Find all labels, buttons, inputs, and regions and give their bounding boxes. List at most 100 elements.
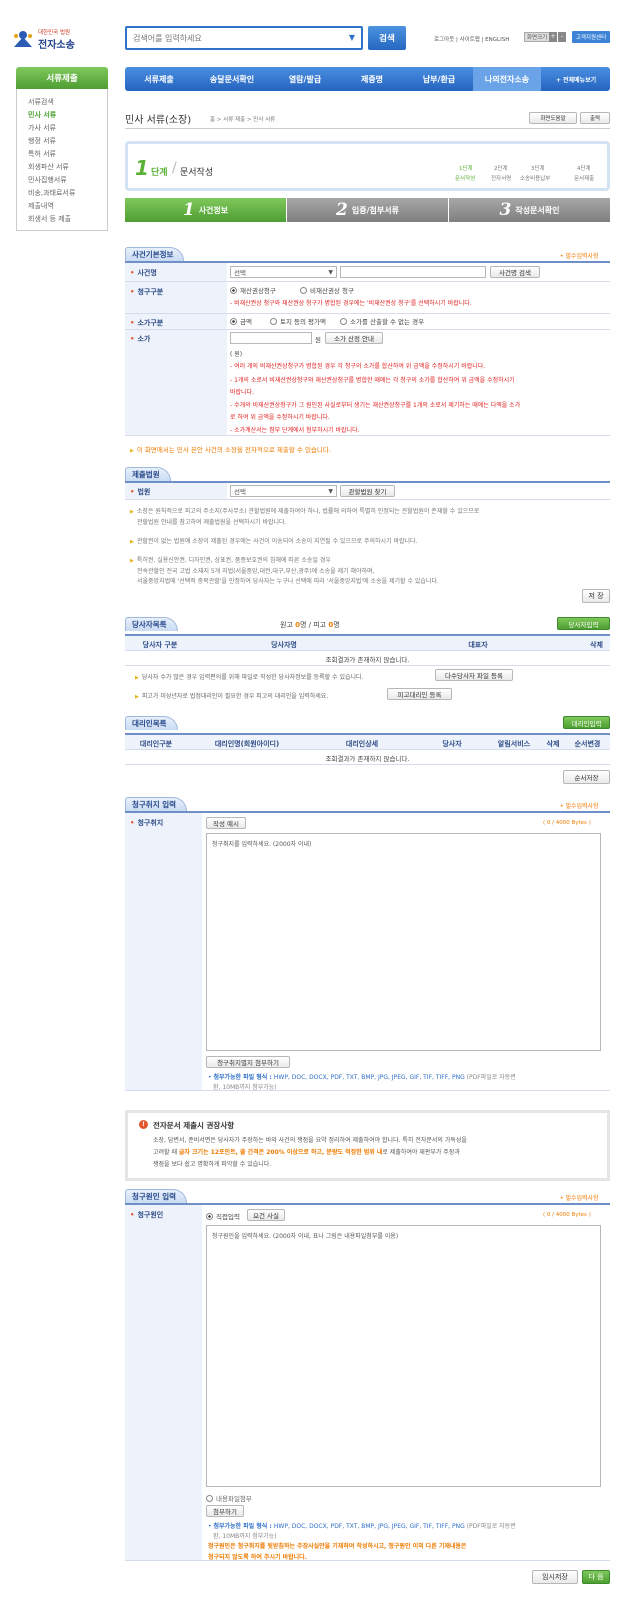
print-button[interactable]: 출력 [580,112,610,124]
value-note-5: 로 하여 위 금액을 수정하시기 바랍니다. [230,414,330,421]
sidebar-item-bankruptcy[interactable]: 회생파산 서류 [28,162,69,172]
nav-item-payment[interactable]: 납부/환급 [405,67,473,91]
cause-textarea[interactable]: 청구원인을 입력하세요. (2000자 이내, 표나 그림은 내용파일첨부를 이… [206,1225,601,1487]
tab-case-info[interactable]: 1 사건정보 [125,198,286,222]
next-button[interactable]: 다 음 [582,1570,610,1584]
tab-evidence[interactable]: 2 입증/첨부서류 [287,198,448,222]
nav-item-delivery[interactable]: 송달문서확인 [193,67,271,91]
party-count: 원고 0명 / 피고 0명 [280,621,340,629]
won-unit: 원 [315,336,321,344]
sidebar-item-admin[interactable]: 행정 서류 [28,136,56,146]
sidebar-item-civil[interactable]: 민사 서류 [28,110,56,120]
sidebar-item-family[interactable]: 가사 서류 [28,123,56,133]
required-note: • 필수입력사항 [560,253,599,260]
cause-file-radio[interactable]: 내용파일첨부 [206,1493,252,1503]
sidebar-item-history[interactable]: 제출내역 [28,201,54,211]
claim-type-label: 청구구분 [130,287,163,297]
sidebar-item-execution[interactable]: 민사집행서류 [28,175,67,185]
court-note-1a: 소장은 원칙적으로 피고의 주소지(주사무소) 관할법원에 제출하여야 하나, … [130,506,479,515]
sidebar-item-rehab[interactable]: 회생서 등 제출 [28,214,71,224]
step-4-num: 4단계 [577,166,591,172]
notice-line-3: 쟁점을 보다 쉽고 명확하게 파악할 수 있습니다. [153,1161,272,1168]
claim-radio-nonproperty[interactable]: 비재산권상 청구 [300,285,354,295]
col-representative: 대표자 [468,641,488,649]
nav-all-menu[interactable]: + 전체메뉴보기 [545,67,607,91]
step-3-text: 소송비용납부 [520,176,551,182]
value-note-3: 바랍니다. [230,389,254,396]
stage-unit: 단계 [151,168,168,178]
value-calc-button[interactable]: 소가 산정 안내 [325,332,383,344]
col-delete: 삭제 [590,641,603,649]
court-note-3c: 서울중앙지법에 '선택적 중복관할'을 인정하여 당사자는 누구나 선택에 따라… [137,578,439,585]
util-links[interactable]: 로그아웃 | 사이트맵 | ENGLISH [434,35,509,43]
cause-placeholder: 청구원인을 입력하세요. (2000자 이내, 표나 그림은 내용파일첨부를 이… [212,1233,399,1240]
cause-label: 청구원인 [130,1210,163,1220]
stage-number: 1 [135,156,149,180]
nav-item-certificate[interactable]: 제증명 [339,67,405,91]
logo[interactable]: 대한민국 법원 전자소송 [12,26,82,52]
search-button[interactable]: 검색 [368,26,406,50]
cause-summary-button[interactable]: 요건 사실 [247,1209,285,1221]
add-agent-button[interactable]: 대리인입력 [563,716,610,729]
order-save-button[interactable]: 순서저장 [563,770,610,784]
section-agents-title: 대리인목록 [125,716,178,730]
notice-line-1: 소장, 답변서, 준비서면은 당사자가 주장하는 바와 사건의 쟁점을 요약 정… [153,1137,467,1144]
step-1-num: 1단계 [459,166,473,172]
zoom-in-button[interactable]: + [549,32,557,42]
col-agent-name: 대리인명(회원아이디) [214,740,280,748]
defendant-agent-button[interactable]: 피고대리인 등록 [387,688,452,700]
case-name-search-button[interactable]: 사건명 검색 [490,266,540,278]
search-box[interactable]: ▼ [125,26,363,50]
value-radio-amount[interactable]: 금액 [230,316,252,326]
logo-top-text: 대한민국 법원 [38,30,71,36]
electronic-note: 이 화면에서는 민사 본안 사건의 소장을 전자적으로 제출할 수 있습니다. [130,444,331,454]
court-save-button[interactable]: 저 장 [582,589,610,603]
add-party-button[interactable]: 당사자입력 [557,617,610,630]
screen-help-button[interactable]: 화면도움말 [529,112,577,124]
support-center-button[interactable]: 고객지원센터 [572,31,610,43]
step-3-num: 3단계 [531,166,545,172]
step-2-text: 전자서명 [491,176,512,182]
value-input[interactable] [230,332,312,344]
sidebar-item-patent[interactable]: 특허 서류 [28,149,56,159]
purpose-file-types-2: 환, 10MB까지 첨부가능) [213,1084,277,1091]
court-select[interactable]: 선택 ▼ [230,485,337,497]
find-court-button[interactable]: 관할법원 찾기 [340,485,395,497]
purpose-label-column [125,813,202,1090]
step-4-text: 문서제출 [574,176,595,182]
cause-attach-button[interactable]: 첨부하기 [206,1505,244,1517]
purpose-example-button[interactable]: 작성 예시 [206,817,246,829]
nav-item-submit[interactable]: 서류제출 [125,67,193,91]
tab-confirm[interactable]: 3 작성문서확인 [449,198,610,222]
purpose-attach-button[interactable]: 청구취지별지 첨부하기 [206,1056,290,1068]
col-notify: 알림서비스 [497,740,531,748]
cause-counter: ( 0 / 4000 Bytes ) [543,1212,591,1218]
value-type-label: 소가구분 [130,318,163,328]
nav-item-view[interactable]: 열람/발급 [271,67,339,91]
sidebar-item-search[interactable]: 서류검색 [28,97,54,107]
case-name-select[interactable]: 선택 ▼ [230,266,337,278]
search-input[interactable] [133,28,343,48]
chevron-down-icon: ▼ [328,487,333,495]
case-name-input[interactable] [340,266,486,278]
temp-save-button[interactable]: 임시저장 [532,1570,578,1584]
parties-empty: 조회결과가 존재하지 않습니다. [325,656,410,664]
value-note-6: - 소가계산서는 첨부 단계에서 첨부하시기 바랍니다. [230,427,360,434]
value-radio-land[interactable]: 토지 등의 평가액 [270,316,326,326]
radio-icon [270,318,277,325]
value-radio-none[interactable]: 소가를 산출할 수 없는 경우 [340,316,424,326]
court-note-1b: 관할법원 안내를 참고하여 제출법원을 선택하시기 바랍니다. [137,519,287,526]
cause-direct-radio[interactable]: 직접입력 [206,1211,240,1221]
title-divider [125,128,610,129]
chevron-down-icon[interactable]: ▼ [349,33,355,42]
radio-icon [340,318,347,325]
nav-item-my-lawsuit[interactable]: 나의전자소송 [473,67,541,91]
agents-empty: 조회결과가 존재하지 않습니다. [325,755,410,763]
value-note-2: - 1개의 소로서 비재산권상청구와 재산권상청구를 병합한 때에는 각 청구의… [230,377,515,384]
multi-party-file-button[interactable]: 다수당사자 파일 등록 [435,669,513,681]
zoom-out-button[interactable]: - [558,32,566,42]
court-note-2: 관할권이 없는 법원에 소장이 제출된 경우에는 사건이 이송되어 소송이 지연… [130,536,418,545]
sidebar-item-nonlitigation[interactable]: 비송,과태료서류 [28,188,75,198]
purpose-textarea[interactable]: 청구취지를 입력하세요. (2000자 이내) [206,833,601,1051]
claim-radio-property[interactable]: 재산권상청구 [230,285,276,295]
